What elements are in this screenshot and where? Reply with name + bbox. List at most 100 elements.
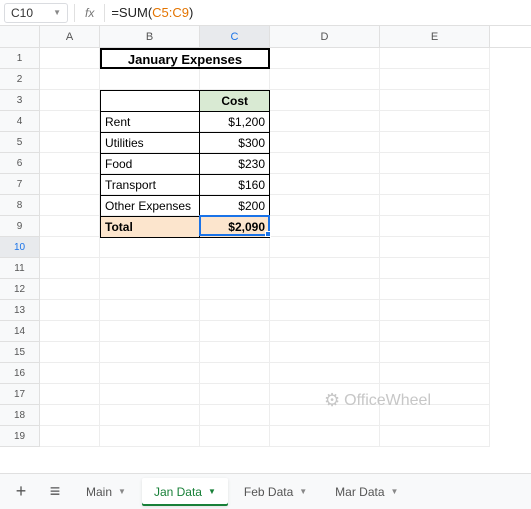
- row-header[interactable]: 19: [0, 426, 40, 447]
- cell[interactable]: [200, 342, 270, 363]
- total-label[interactable]: Total: [101, 217, 200, 238]
- cell[interactable]: [40, 69, 100, 90]
- col-header-b[interactable]: B: [100, 26, 200, 47]
- table-row-value[interactable]: $300: [200, 133, 270, 154]
- cell[interactable]: [270, 426, 380, 447]
- cell[interactable]: [380, 258, 490, 279]
- cell[interactable]: [380, 111, 490, 132]
- cell[interactable]: [100, 342, 200, 363]
- row-header[interactable]: 1: [0, 48, 40, 69]
- title-cell[interactable]: January Expenses: [100, 48, 270, 69]
- row-header[interactable]: 3: [0, 90, 40, 111]
- table-row-label[interactable]: Rent: [101, 112, 200, 133]
- cell[interactable]: [40, 48, 100, 69]
- cell[interactable]: [380, 279, 490, 300]
- table-row-value[interactable]: $230: [200, 154, 270, 175]
- cell[interactable]: [270, 90, 380, 111]
- cell[interactable]: [200, 237, 270, 258]
- cell[interactable]: [200, 300, 270, 321]
- sheet-tab-main[interactable]: Main▼: [74, 478, 138, 506]
- cell[interactable]: [200, 69, 270, 90]
- row-header[interactable]: 14: [0, 321, 40, 342]
- row-header[interactable]: 4: [0, 111, 40, 132]
- table-header-cost[interactable]: Cost: [200, 91, 270, 112]
- total-value[interactable]: $2,090: [200, 217, 270, 238]
- cell[interactable]: [380, 48, 490, 69]
- cell[interactable]: [40, 237, 100, 258]
- cell[interactable]: [270, 300, 380, 321]
- row-header[interactable]: 18: [0, 405, 40, 426]
- cell[interactable]: [40, 174, 100, 195]
- fx-icon[interactable]: fx: [81, 6, 98, 20]
- cell[interactable]: [270, 48, 380, 69]
- row-header[interactable]: 5: [0, 132, 40, 153]
- cell[interactable]: [380, 153, 490, 174]
- col-header-d[interactable]: D: [270, 26, 380, 47]
- name-box[interactable]: C10 ▼: [4, 3, 68, 23]
- row-header[interactable]: 9: [0, 216, 40, 237]
- cell[interactable]: [200, 258, 270, 279]
- cell[interactable]: [380, 174, 490, 195]
- row-header[interactable]: 13: [0, 300, 40, 321]
- cell[interactable]: [40, 342, 100, 363]
- cell[interactable]: [270, 174, 380, 195]
- cell[interactable]: [270, 363, 380, 384]
- cell[interactable]: [40, 363, 100, 384]
- cell[interactable]: [270, 153, 380, 174]
- cell[interactable]: [380, 300, 490, 321]
- cell[interactable]: [200, 279, 270, 300]
- cell[interactable]: [270, 195, 380, 216]
- cell[interactable]: [100, 69, 200, 90]
- table-row-value[interactable]: $200: [200, 196, 270, 217]
- row-header[interactable]: 16: [0, 363, 40, 384]
- cell[interactable]: [40, 426, 100, 447]
- sheet-tab-mar-data[interactable]: Mar Data▼: [323, 478, 410, 506]
- row-header[interactable]: 10: [0, 237, 40, 258]
- cell[interactable]: [100, 321, 200, 342]
- sheet-tab-feb-data[interactable]: Feb Data▼: [232, 478, 319, 506]
- formula-input[interactable]: =SUM(C5:C9): [111, 5, 193, 20]
- row-header[interactable]: 7: [0, 174, 40, 195]
- cell[interactable]: [100, 258, 200, 279]
- cell[interactable]: [380, 342, 490, 363]
- cell[interactable]: [270, 216, 380, 237]
- cell[interactable]: [100, 426, 200, 447]
- cell[interactable]: [200, 363, 270, 384]
- cell[interactable]: [380, 216, 490, 237]
- row-header[interactable]: 12: [0, 279, 40, 300]
- cell[interactable]: [100, 279, 200, 300]
- cell[interactable]: [200, 405, 270, 426]
- cell[interactable]: [380, 69, 490, 90]
- cell[interactable]: [270, 321, 380, 342]
- cell[interactable]: [100, 237, 200, 258]
- cell[interactable]: [40, 153, 100, 174]
- sheet-tab-jan-data[interactable]: Jan Data▼: [142, 478, 228, 506]
- table-row-label[interactable]: Food: [101, 154, 200, 175]
- add-sheet-button[interactable]: +: [6, 478, 36, 506]
- cell[interactable]: [40, 111, 100, 132]
- cell[interactable]: [40, 279, 100, 300]
- table-row-value[interactable]: $160: [200, 175, 270, 196]
- row-header[interactable]: 6: [0, 153, 40, 174]
- col-header-e[interactable]: E: [380, 26, 490, 47]
- cell[interactable]: [40, 384, 100, 405]
- cell[interactable]: [100, 384, 200, 405]
- row-header[interactable]: 15: [0, 342, 40, 363]
- cell[interactable]: [380, 195, 490, 216]
- cell[interactable]: [270, 132, 380, 153]
- cell[interactable]: [380, 321, 490, 342]
- cell[interactable]: [40, 300, 100, 321]
- cell[interactable]: [270, 279, 380, 300]
- row-header[interactable]: 2: [0, 69, 40, 90]
- row-header[interactable]: 11: [0, 258, 40, 279]
- cell[interactable]: [270, 111, 380, 132]
- cell[interactable]: [100, 363, 200, 384]
- cell[interactable]: [270, 342, 380, 363]
- cell[interactable]: [270, 69, 380, 90]
- cell[interactable]: [380, 426, 490, 447]
- cell[interactable]: [270, 258, 380, 279]
- cell[interactable]: [40, 195, 100, 216]
- table-header-blank[interactable]: [101, 91, 200, 112]
- cell[interactable]: [380, 363, 490, 384]
- cell[interactable]: [200, 426, 270, 447]
